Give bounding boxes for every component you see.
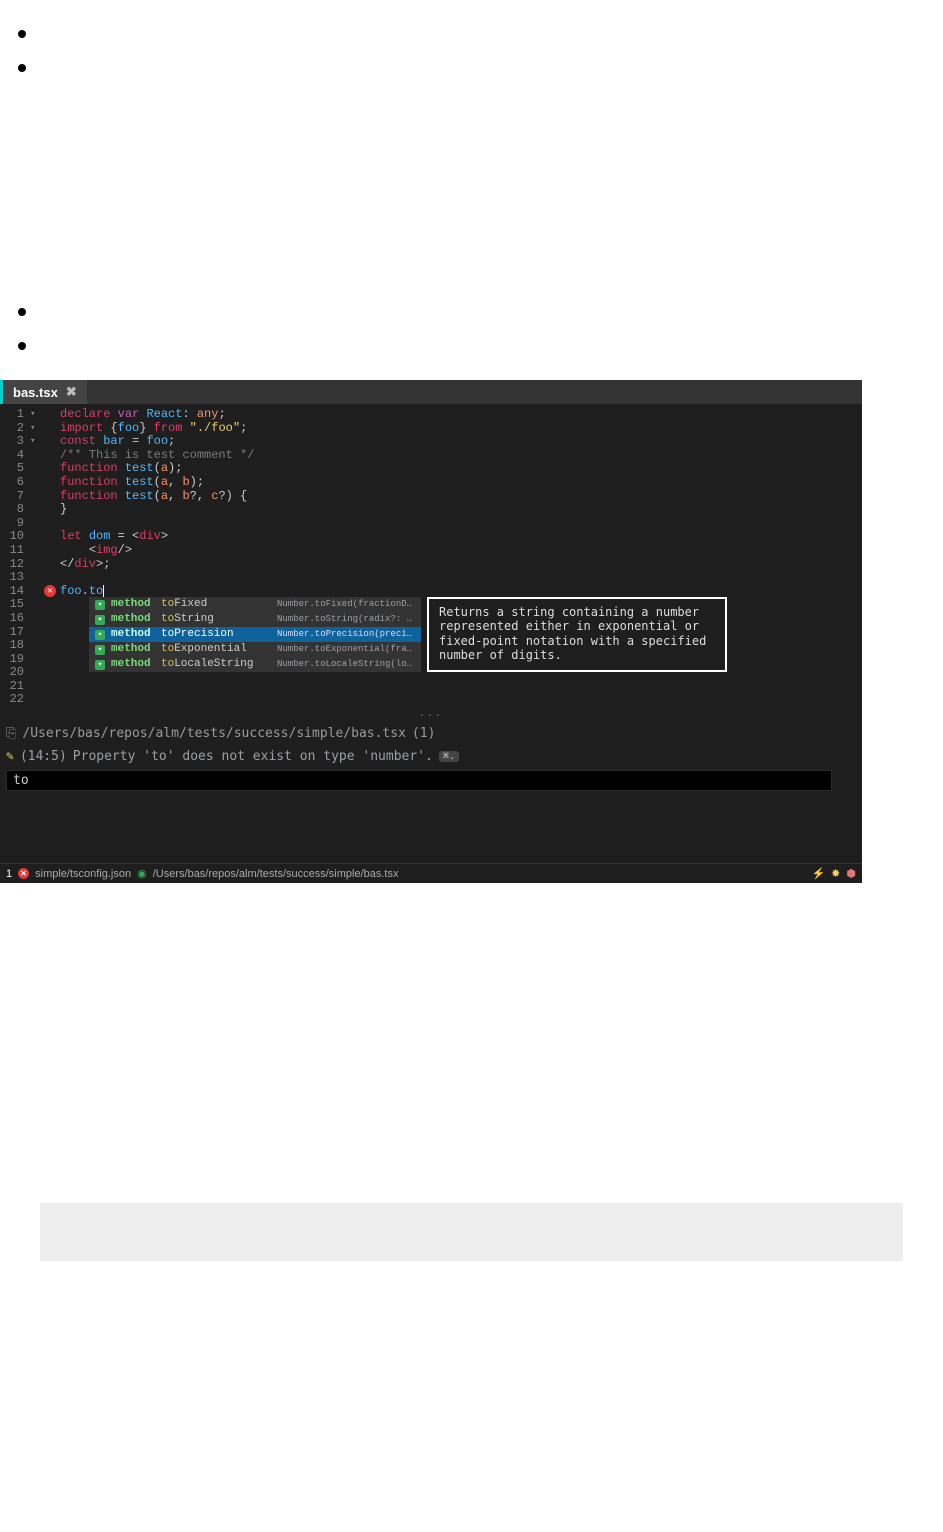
- completion-signature: Number.toExponential(fractionDigits?: nu…: [277, 643, 415, 657]
- intellisense-item[interactable]: ✦ method toExponential Number.toExponential…: [89, 642, 421, 657]
- completion-kind: method: [111, 613, 155, 627]
- method-icon: ✦: [95, 600, 105, 610]
- problems-file-header[interactable]: ⎘ /Users/bas/repos/alm/tests/success/sim…: [6, 726, 856, 741]
- status-error-count[interactable]: 1: [6, 868, 12, 880]
- completion-signature: Number.toLocaleString(locales?: string[]…: [277, 658, 415, 672]
- status-bar: 1 ✕ simple/tsconfig.json ◉ /Users/bas/re…: [0, 863, 862, 883]
- completion-signature: Number.toString(radix?: number): string: [277, 613, 415, 627]
- keyboard-shortcut-badge: ⌘.: [439, 751, 459, 762]
- status-filepath[interactable]: /Users/bas/repos/alm/tests/success/simpl…: [153, 868, 399, 880]
- tab-bar: bas.tsx ✖: [0, 380, 862, 404]
- error-icon[interactable]: ✕: [18, 868, 29, 879]
- completion-kind: method: [111, 658, 155, 672]
- upper-bullets: [0, 30, 943, 350]
- page-top-spacer: [0, 0, 943, 30]
- code-content[interactable]: declare var React: any;import {foo} from…: [60, 408, 862, 707]
- bolt-icon[interactable]: ⚡: [811, 867, 825, 880]
- code-area[interactable]: 12345678910111213141516171819202122 ▾▾▾ …: [0, 404, 862, 711]
- bullet-icon: [18, 30, 26, 38]
- fold-gutter[interactable]: ▾▾▾: [30, 408, 44, 707]
- completion-signature: Number.toFixed(fractionDigits?: number):…: [277, 598, 415, 612]
- completion-kind: method: [111, 643, 155, 657]
- star-icon[interactable]: ✸: [831, 867, 840, 880]
- tab-bas-tsx[interactable]: bas.tsx ✖: [3, 380, 87, 404]
- problems-filter-input[interactable]: [6, 770, 832, 791]
- panel-resize-handle[interactable]: ···: [0, 711, 862, 722]
- intellisense-item[interactable]: ✦ method toFixed Number.toFixed(fractionDig…: [89, 597, 421, 612]
- intellisense-doc: Returns a string containing a number rep…: [427, 597, 727, 672]
- problem-item[interactable]: ✎ (14:5) Property 'to' does not exist on…: [6, 749, 856, 764]
- lower-blank: [0, 883, 943, 1203]
- completion-kind: method: [111, 598, 155, 612]
- completion-name: toPrecision: [161, 628, 271, 642]
- line-number-gutter: 12345678910111213141516171819202122: [0, 408, 30, 707]
- bullet-icon: [18, 64, 26, 72]
- problems-panel: ⎘ /Users/bas/repos/alm/tests/success/sim…: [0, 722, 862, 803]
- intellisense-list[interactable]: ✦ method toFixed Number.toFixed(fractionDig…: [89, 597, 421, 672]
- eye-icon[interactable]: ◉: [137, 867, 147, 880]
- bullet-icon: [18, 308, 26, 316]
- close-icon[interactable]: ✖: [66, 384, 77, 400]
- completion-name: toFixed: [161, 598, 271, 612]
- method-icon: ✦: [95, 645, 105, 655]
- completion-name: toString: [161, 613, 271, 627]
- method-icon: ✦: [95, 615, 105, 625]
- intellisense-item[interactable]: ✦ method toPrecision Number.toPrecision(pre…: [89, 627, 421, 642]
- file-icon: ⎘: [6, 726, 16, 741]
- problem-location: (14:5): [20, 749, 67, 764]
- intellisense-item[interactable]: ✦ method toString Number.toString(radix?: n…: [89, 612, 421, 627]
- method-icon: ✦: [95, 630, 105, 640]
- problems-file-path: /Users/bas/repos/alm/tests/success/simpl…: [22, 726, 406, 741]
- intellisense-item[interactable]: ✦ method toLocaleString Number.toLocaleStri…: [89, 657, 421, 672]
- bug-icon[interactable]: ⬢: [846, 867, 856, 880]
- problem-message: Property 'to' does not exist on type 'nu…: [73, 749, 433, 764]
- error-gutter: ✕: [44, 408, 60, 707]
- completion-name: toExponential: [161, 643, 271, 657]
- status-config[interactable]: simple/tsconfig.json: [35, 868, 131, 880]
- completion-kind: method: [111, 628, 155, 642]
- code-editor: bas.tsx ✖ 123456789101112131415161718192…: [0, 380, 862, 883]
- quickfix-icon: ✎: [6, 749, 14, 764]
- tab-label: bas.tsx: [13, 385, 58, 400]
- method-icon: ✦: [95, 660, 105, 670]
- intellisense-popup[interactable]: ✦ method toFixed Number.toFixed(fractionDig…: [89, 597, 727, 672]
- problems-count: (1): [412, 726, 435, 741]
- completion-signature: Number.toPrecision(precision?: number): …: [277, 628, 415, 642]
- bullet-icon: [18, 342, 26, 350]
- completion-name: toLocaleString: [161, 658, 271, 672]
- gray-band: [40, 1203, 903, 1261]
